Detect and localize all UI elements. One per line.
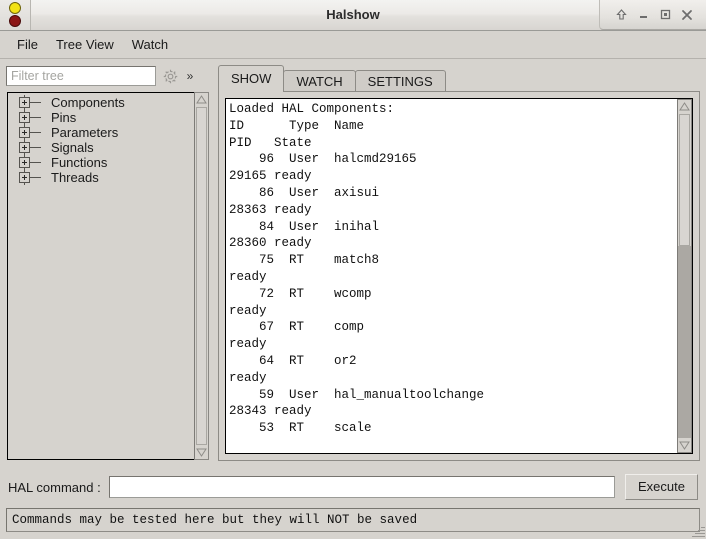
notebook-body: Loaded HAL Components: ID Type Name PID … bbox=[218, 91, 700, 461]
menu-tree-view[interactable]: Tree View bbox=[47, 34, 123, 55]
yellow-light-icon bbox=[9, 2, 21, 14]
tree-connector bbox=[30, 177, 41, 178]
show-scrollbar-thumb[interactable] bbox=[679, 114, 690, 246]
tree-item-parameters[interactable]: Parameters bbox=[8, 125, 194, 140]
notebook-panel: SHOW WATCH SETTINGS Loaded HAL Component… bbox=[218, 65, 700, 461]
command-bar: HAL command : Execute bbox=[0, 467, 706, 507]
filter-tree-input[interactable] bbox=[6, 66, 156, 86]
tree-item-threads[interactable]: Threads bbox=[8, 170, 194, 185]
tree-list: Components Pins Parameters bbox=[8, 95, 194, 185]
tab-watch[interactable]: WATCH bbox=[283, 70, 355, 92]
red-light-icon bbox=[9, 15, 21, 27]
tree-item-components[interactable]: Components bbox=[8, 95, 194, 110]
tree-item-label: Signals bbox=[51, 140, 94, 155]
expander-plus-icon[interactable] bbox=[19, 172, 30, 183]
maximize-button[interactable] bbox=[654, 4, 676, 26]
tab-settings[interactable]: SETTINGS bbox=[355, 70, 446, 92]
main-content: » Components Pins bbox=[0, 59, 706, 467]
shade-button[interactable] bbox=[610, 4, 632, 26]
scroll-down-arrow-icon[interactable] bbox=[678, 439, 691, 452]
tree-item-functions[interactable]: Functions bbox=[8, 155, 194, 170]
tree-item-signals[interactable]: Signals bbox=[8, 140, 194, 155]
window-controls bbox=[599, 0, 706, 30]
expander-plus-icon[interactable] bbox=[19, 97, 30, 108]
tree-scrollbar-thumb[interactable] bbox=[196, 107, 207, 445]
tab-strip: SHOW WATCH SETTINGS bbox=[218, 65, 445, 92]
menu-bar: File Tree View Watch bbox=[0, 31, 706, 59]
tree-connector bbox=[30, 102, 41, 103]
tree-list-area[interactable]: Components Pins Parameters bbox=[7, 92, 194, 460]
minimize-button[interactable] bbox=[632, 4, 654, 26]
halshow-lights-icon bbox=[0, 0, 31, 30]
tree-item-label: Pins bbox=[51, 110, 76, 125]
chevron-double-right-icon[interactable]: » bbox=[181, 66, 199, 86]
tree-item-label: Components bbox=[51, 95, 125, 110]
tree-connector bbox=[30, 147, 41, 148]
close-button[interactable] bbox=[676, 4, 698, 26]
tree-connector bbox=[30, 132, 41, 133]
tree-connector bbox=[30, 162, 41, 163]
show-scrollbar-trough[interactable] bbox=[678, 246, 691, 438]
tree-connector bbox=[30, 117, 41, 118]
tree-item-pins[interactable]: Pins bbox=[8, 110, 194, 125]
tree-panel: » Components Pins bbox=[6, 65, 210, 461]
tree-item-label: Parameters bbox=[51, 125, 118, 140]
tree-item-label: Functions bbox=[51, 155, 107, 170]
tab-show[interactable]: SHOW bbox=[218, 65, 284, 92]
expander-plus-icon[interactable] bbox=[19, 112, 30, 123]
show-vertical-scrollbar[interactable] bbox=[677, 99, 692, 453]
expander-plus-icon[interactable] bbox=[19, 142, 30, 153]
filter-row: » bbox=[6, 65, 210, 87]
resize-grip[interactable] bbox=[691, 524, 705, 538]
gear-icon[interactable] bbox=[159, 66, 181, 86]
scroll-down-arrow-icon[interactable] bbox=[195, 446, 208, 459]
menu-watch[interactable]: Watch bbox=[123, 34, 177, 55]
tree-item-label: Threads bbox=[51, 170, 99, 185]
scroll-up-arrow-icon[interactable] bbox=[195, 93, 208, 106]
status-bar: Commands may be tested here but they wil… bbox=[6, 508, 700, 532]
halshow-window: Halshow File Tree View Watch bbox=[0, 0, 706, 539]
hal-command-label: HAL command : bbox=[8, 480, 101, 495]
tree-vertical-scrollbar[interactable] bbox=[194, 92, 209, 460]
execute-button[interactable]: Execute bbox=[625, 474, 698, 500]
expander-plus-icon[interactable] bbox=[19, 157, 30, 168]
menu-file[interactable]: File bbox=[8, 34, 47, 55]
scroll-up-arrow-icon[interactable] bbox=[678, 100, 691, 113]
show-text-frame: Loaded HAL Components: ID Type Name PID … bbox=[225, 98, 693, 454]
hal-command-input[interactable] bbox=[109, 476, 615, 498]
title-bar: Halshow bbox=[0, 0, 706, 31]
tree-box: Components Pins Parameters bbox=[6, 91, 210, 461]
show-output-text[interactable]: Loaded HAL Components: ID Type Name PID … bbox=[226, 99, 677, 453]
expander-plus-icon[interactable] bbox=[19, 127, 30, 138]
